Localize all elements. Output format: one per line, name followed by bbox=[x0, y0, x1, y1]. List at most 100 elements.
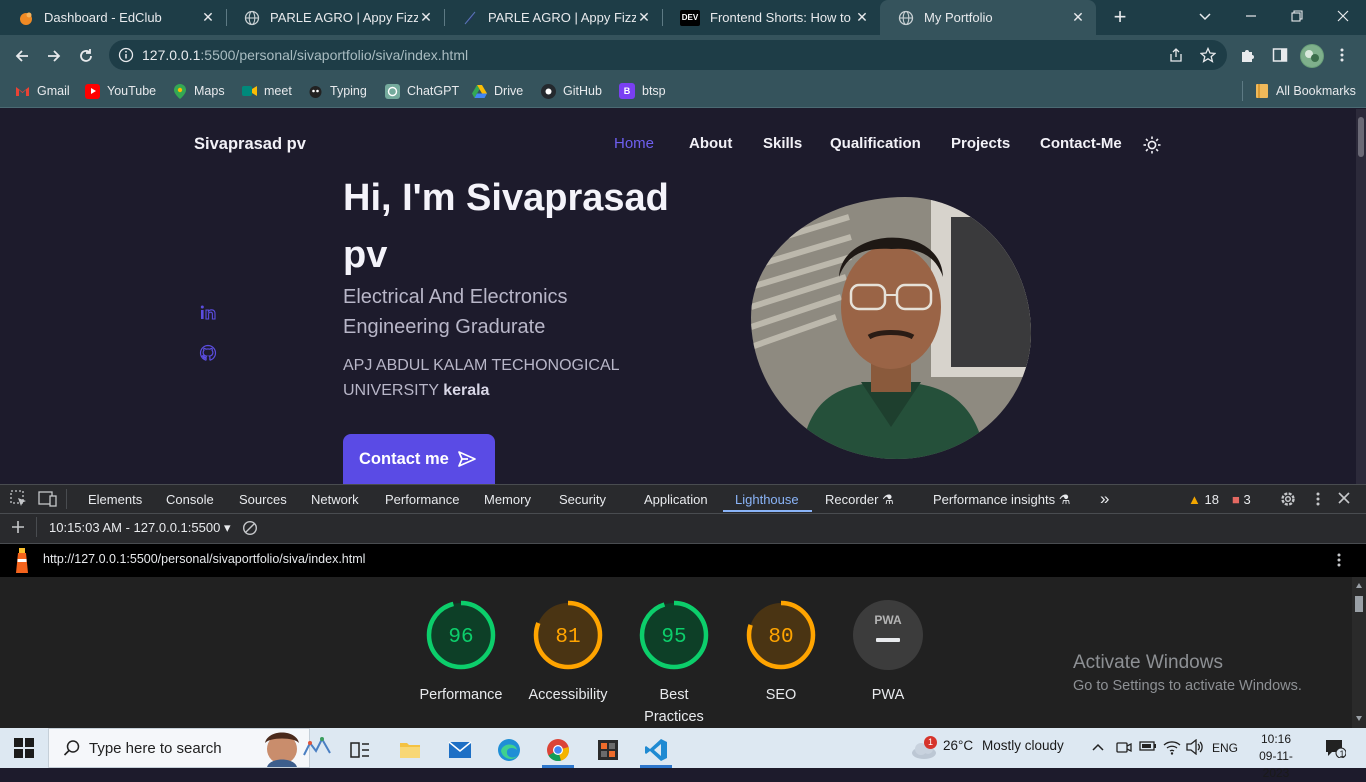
windows-start-icon[interactable] bbox=[14, 738, 34, 758]
devtools-tab-performance-insights[interactable]: Performance insights ⚗ bbox=[933, 492, 1070, 508]
puzzle-app-icon[interactable] bbox=[586, 732, 630, 768]
url-text[interactable]: 127.0.0.1:5500/personal/sivaportfolio/si… bbox=[142, 47, 468, 63]
devtools-tab-network[interactable]: Network bbox=[311, 492, 359, 507]
score-gauge-seo[interactable]: 80 bbox=[745, 599, 817, 671]
minimize-button[interactable] bbox=[1228, 0, 1274, 32]
report-menu-icon[interactable] bbox=[1336, 552, 1342, 568]
scrollbar-thumb[interactable] bbox=[1355, 596, 1363, 612]
devtools-tab-performance[interactable]: Performance bbox=[385, 492, 459, 507]
bookmark-typing[interactable]: Typing bbox=[308, 82, 367, 100]
more-tabs-chevron-icon[interactable]: » bbox=[1100, 489, 1109, 509]
nav-qualification[interactable]: Qualification bbox=[830, 135, 921, 152]
weather-description[interactable]: Mostly cloudy bbox=[982, 738, 1064, 753]
nav-home[interactable]: Home bbox=[614, 135, 654, 152]
close-icon[interactable]: ✕ bbox=[1070, 9, 1086, 26]
report-selector[interactable]: 10:15:03 AM - 127.0.0.1:5500 ▾ bbox=[49, 520, 230, 536]
bookmark-meet[interactable]: meet bbox=[242, 82, 292, 100]
nav-skills[interactable]: Skills bbox=[763, 135, 802, 152]
report-scrollbar[interactable] bbox=[1352, 577, 1366, 728]
devtools-tab-elements[interactable]: Elements bbox=[88, 492, 142, 507]
score-gauge-performance[interactable]: 96 bbox=[425, 599, 497, 671]
new-report-plus-icon[interactable] bbox=[10, 519, 26, 535]
side-panel-icon[interactable] bbox=[1268, 44, 1292, 66]
bookmark-github[interactable]: GitHub bbox=[541, 82, 602, 100]
tab-frontend-shorts[interactable]: DEV Frontend Shorts: How to rot ✕ bbox=[662, 0, 880, 35]
chrome-icon[interactable] bbox=[536, 732, 580, 768]
theme-toggle-sun-icon[interactable] bbox=[1143, 136, 1161, 154]
site-info-icon[interactable] bbox=[118, 47, 134, 63]
scrollbar-thumb[interactable] bbox=[1358, 117, 1364, 157]
all-bookmarks-button[interactable]: All Bookmarks bbox=[1254, 82, 1356, 100]
weather-temperature[interactable]: 26°C bbox=[943, 738, 973, 753]
page-scrollbar[interactable] bbox=[1356, 109, 1366, 484]
bookmark-maps[interactable]: Maps bbox=[172, 82, 225, 100]
restore-button[interactable] bbox=[1274, 0, 1320, 32]
close-devtools-icon[interactable] bbox=[1337, 491, 1351, 505]
share-icon[interactable] bbox=[1164, 44, 1188, 66]
contact-me-button[interactable]: Contact me bbox=[343, 434, 495, 484]
vscode-icon[interactable] bbox=[634, 732, 678, 768]
browser-menu-icon[interactable] bbox=[1330, 44, 1354, 66]
tab-parle-agro-1[interactable]: PARLE AGRO | Appy Fizz ✕ bbox=[226, 0, 444, 35]
score-gauge-best-practices[interactable]: 95 bbox=[638, 599, 710, 671]
devtools-tab-memory[interactable]: Memory bbox=[484, 492, 531, 507]
show-hidden-icons-chevron-icon[interactable] bbox=[1091, 740, 1105, 755]
tab-parle-agro-2[interactable]: PARLE AGRO | Appy Fizz ✕ bbox=[444, 0, 662, 35]
close-icon[interactable]: ✕ bbox=[418, 9, 434, 26]
bookmark-drive[interactable]: Drive bbox=[472, 82, 523, 100]
tab-title: My Portfolio bbox=[924, 10, 993, 25]
file-explorer-icon[interactable] bbox=[388, 732, 432, 768]
forward-button[interactable] bbox=[41, 43, 67, 69]
tab-dashboard-edclub[interactable]: Dashboard - EdClub ✕ bbox=[0, 0, 226, 35]
input-language[interactable]: ENG bbox=[1212, 741, 1238, 755]
close-icon[interactable]: ✕ bbox=[200, 9, 216, 26]
device-toolbar-icon[interactable] bbox=[38, 490, 58, 508]
battery-icon[interactable] bbox=[1139, 739, 1157, 756]
bookmark-youtube[interactable]: YouTube bbox=[85, 82, 156, 100]
lighthouse-report-url[interactable]: http://127.0.0.1:5500/personal/sivaportf… bbox=[43, 552, 365, 566]
edge-icon[interactable] bbox=[487, 732, 531, 768]
linkedin-icon[interactable] bbox=[199, 304, 217, 322]
site-brand[interactable]: Sivaprasad pv bbox=[194, 135, 306, 154]
mail-icon[interactable] bbox=[438, 732, 482, 768]
bookmark-gmail[interactable]: Gmail bbox=[15, 82, 70, 100]
nav-about[interactable]: About bbox=[689, 135, 732, 152]
devtools-tab-application[interactable]: Application bbox=[644, 492, 708, 507]
close-window-button[interactable] bbox=[1320, 0, 1366, 32]
github-icon[interactable] bbox=[199, 344, 217, 362]
inspect-element-icon[interactable] bbox=[10, 490, 28, 508]
errors-counter[interactable]: ■ 3 bbox=[1232, 492, 1251, 507]
warnings-counter[interactable]: ▲ 18 bbox=[1188, 492, 1219, 507]
devtools-tab-security[interactable]: Security bbox=[559, 492, 606, 507]
close-icon[interactable]: ✕ bbox=[854, 9, 870, 26]
bookmark-star-icon[interactable] bbox=[1196, 44, 1220, 66]
close-icon[interactable]: ✕ bbox=[636, 9, 652, 26]
wifi-icon[interactable] bbox=[1163, 739, 1181, 758]
devtools-menu-icon[interactable] bbox=[1315, 491, 1321, 507]
devtools-tab-lighthouse[interactable]: Lighthouse bbox=[735, 492, 799, 507]
nav-projects[interactable]: Projects bbox=[951, 135, 1010, 152]
devtools-tab-console[interactable]: Console bbox=[166, 492, 214, 507]
tab-my-portfolio[interactable]: My Portfolio ✕ bbox=[880, 0, 1096, 35]
reload-button[interactable] bbox=[73, 43, 99, 69]
devtools-tab-sources[interactable]: Sources bbox=[239, 492, 287, 507]
volume-icon[interactable] bbox=[1186, 738, 1204, 758]
scroll-up-arrow-icon[interactable] bbox=[1356, 583, 1362, 588]
nav-contact-me[interactable]: Contact-Me bbox=[1040, 135, 1122, 152]
scroll-down-arrow-icon[interactable] bbox=[1356, 716, 1362, 721]
score-gauge-accessibility[interactable]: 81 bbox=[532, 599, 604, 671]
tab-search-button[interactable] bbox=[1182, 0, 1228, 32]
clock[interactable]: 10:16 09-11-2023 bbox=[1250, 731, 1302, 782]
bookmark-chatgpt[interactable]: ChatGPT bbox=[385, 82, 459, 100]
devtools-tab-recorder[interactable]: Recorder ⚗ bbox=[825, 492, 894, 508]
task-view-icon[interactable] bbox=[338, 732, 382, 768]
extensions-icon[interactable] bbox=[1236, 44, 1260, 66]
profile-avatar[interactable] bbox=[1300, 44, 1324, 68]
score-gauge-pwa[interactable]: PWA bbox=[852, 599, 924, 671]
back-button[interactable] bbox=[9, 43, 35, 69]
clear-reports-icon[interactable] bbox=[242, 520, 258, 536]
gear-icon[interactable] bbox=[1279, 490, 1297, 508]
bookmark-btsp[interactable]: B btsp bbox=[619, 82, 666, 100]
meet-now-icon[interactable] bbox=[1116, 739, 1132, 758]
new-tab-button[interactable]: + bbox=[1106, 3, 1134, 31]
